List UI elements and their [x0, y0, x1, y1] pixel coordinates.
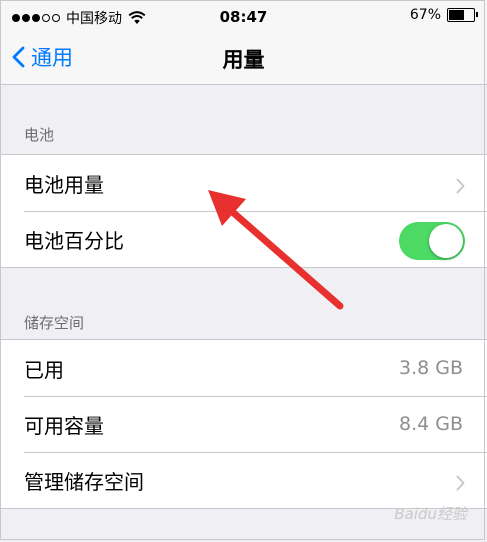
annotation-arrow-icon	[208, 190, 344, 310]
watermark: Baidu经验	[394, 505, 467, 523]
